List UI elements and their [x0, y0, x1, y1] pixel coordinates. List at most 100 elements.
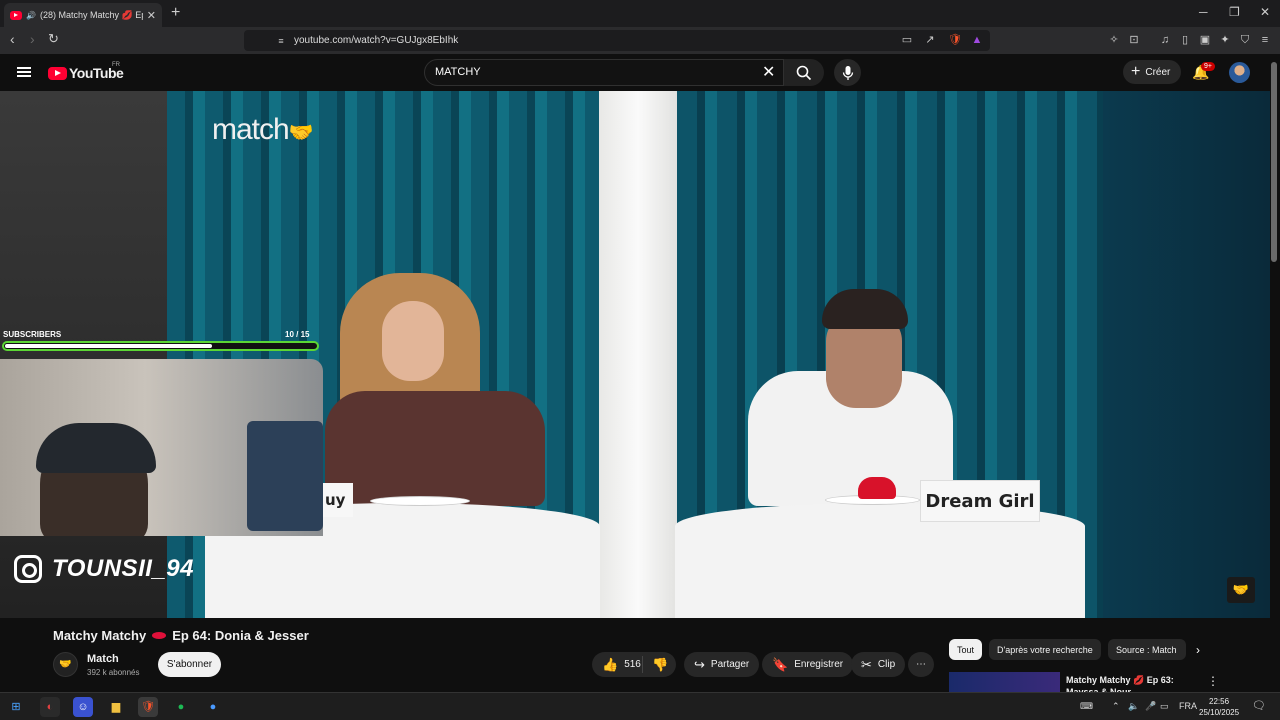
extensions-icon[interactable]: ✧ — [1107, 33, 1121, 47]
subscribe-button[interactable]: S'abonner — [158, 652, 221, 677]
clip-label: Clip — [877, 659, 896, 670]
taskbar: ⊞ ◐ ☺ ▆ 🛡 ● ● ⌨ ⌃ 🔈 🎤 ▭ FRA 22:56 25/10/… — [0, 692, 1280, 720]
save-label: Enregistrer — [794, 659, 844, 670]
chip-all[interactable]: Tout — [949, 639, 983, 660]
recommended-video-thumbnail[interactable] — [949, 672, 1060, 692]
video-title: Matchy Matchy Ep 64: Donia & Jesser — [53, 628, 309, 643]
taskbar-app-blue-icon[interactable]: ● — [203, 697, 223, 717]
windows-start-icon[interactable]: ⊞ — [6, 697, 26, 717]
sidebar-toggle-icon[interactable]: ▯ — [1178, 33, 1192, 47]
language-indicator[interactable]: FRA — [1179, 701, 1197, 711]
taskbar-app-icon[interactable]: ◐ — [40, 697, 60, 717]
tab-title: (28) Matchy Matchy 💋 Ep 64: Donia & Jess… — [39, 9, 143, 20]
thumbs-down-icon: 👎 — [652, 656, 669, 672]
address-bar[interactable]: ≡ youtube.com/watch?v=GUJgx8EbIhk — [244, 30, 990, 51]
more-actions-button[interactable]: ⋯ — [908, 652, 934, 677]
recommended-video-title[interactable]: Matchy Matchy 💋 Ep 63: Mayssa & Nour — [1066, 674, 1196, 692]
browser-tab[interactable]: 🔊 (28) Matchy Matchy 💋 Ep 64: Donia & Je… — [4, 3, 162, 27]
channel-name[interactable]: Match — [87, 653, 119, 665]
account-avatar[interactable] — [1229, 62, 1250, 83]
clear-search-icon[interactable]: ✕ — [762, 62, 775, 82]
taskbar-spotify-icon[interactable]: ● — [171, 697, 191, 717]
notification-center-icon[interactable]: 🗨 — [1252, 699, 1266, 712]
minimize-icon[interactable]: ─ — [1199, 5, 1208, 19]
lips-icon — [152, 632, 167, 639]
hamburger-menu-icon[interactable] — [17, 67, 31, 77]
reload-icon[interactable]: ↻ — [48, 31, 59, 47]
forward-icon[interactable]: › — [30, 31, 35, 47]
subscribers-goal-label: SUBSCRIBERS — [3, 330, 62, 339]
tray-expand-icon[interactable]: ⌃ — [1112, 701, 1120, 712]
search-button[interactable] — [784, 59, 824, 86]
new-tab-button[interactable]: + — [171, 4, 180, 22]
url-text: youtube.com/watch?v=GUJgx8EbIhk — [294, 35, 459, 46]
chip-related[interactable]: D'après votre recherche — [989, 639, 1101, 660]
brave-rewards-icon[interactable]: ▲ — [970, 33, 984, 47]
wallet-icon[interactable]: ▣ — [1198, 33, 1212, 47]
clip-button[interactable]: ✂ Clip — [851, 652, 906, 677]
plate-left — [370, 496, 470, 506]
like-count: 516 — [624, 659, 641, 670]
taskbar-file-explorer-icon[interactable]: ▆ — [106, 697, 126, 717]
speaker-icon[interactable]: 🔊 — [26, 11, 36, 20]
scissors-icon: ✂ — [861, 656, 872, 672]
plus-icon: + — [1131, 63, 1141, 80]
network-icon[interactable]: ▭ — [1160, 701, 1169, 712]
youtube-favicon-icon — [10, 10, 22, 20]
channel-watermark-icon[interactable]: 🤝 — [1227, 577, 1255, 603]
video-player[interactable]: match🤝 Dream Girl uy 🤝 SUBSCRIBERS 10 / … — [0, 91, 1270, 618]
share-page-icon[interactable]: ↗ — [923, 33, 937, 47]
instagram-icon — [14, 555, 42, 583]
chevron-right-icon[interactable]: › — [1196, 643, 1200, 657]
chip-source[interactable]: Source : Match — [1108, 639, 1186, 660]
youtube-logo[interactable]: YouTube FR — [48, 62, 124, 81]
name-card-right: Dream Girl — [920, 480, 1040, 522]
channel-avatar[interactable]: 🤝 — [53, 652, 78, 677]
page-scrollbar[interactable] — [1271, 62, 1277, 262]
create-label: Créer — [1145, 66, 1171, 78]
like-button[interactable]: 👍 516 — [592, 656, 643, 673]
leo-ai-icon[interactable]: ✦ — [1218, 33, 1232, 47]
youtube-header: YouTube FR MATCHY ✕ + Créer 🔔 9+ — [0, 54, 1280, 91]
tab-close-icon[interactable]: ✕ — [147, 9, 156, 22]
share-icon: ↪ — [694, 656, 705, 672]
set-divider — [599, 91, 677, 618]
like-dislike-group: 👍 516 👎 — [592, 652, 676, 677]
back-icon[interactable]: ‹ — [10, 31, 15, 47]
media-icon[interactable]: ♫ — [1158, 33, 1172, 47]
window-close-icon[interactable]: ✕ — [1260, 5, 1270, 19]
webcam-overlay — [0, 359, 323, 536]
create-button[interactable]: + Créer — [1123, 60, 1181, 84]
voice-search-button[interactable] — [834, 59, 861, 86]
channel-subscribers: 392 k abonnés — [87, 668, 140, 677]
keyboard-icon[interactable]: ⌨ — [1080, 701, 1093, 712]
instagram-overlay: TOUNSII_94 — [14, 555, 194, 583]
more-horizontal-icon: ⋯ — [916, 659, 926, 670]
search-input[interactable]: MATCHY — [424, 59, 784, 86]
notification-badge: 9+ — [1201, 62, 1215, 71]
screenshot-icon[interactable]: ⊡ — [1127, 33, 1141, 47]
menu-icon[interactable]: ≡ — [1258, 33, 1272, 47]
subscribers-goal-bar — [2, 341, 319, 351]
name-card-left: uy — [323, 483, 353, 517]
vpn-icon[interactable]: ⛉ — [1238, 33, 1252, 47]
brave-shields-icon[interactable]: 🛡 — [948, 33, 962, 47]
share-button[interactable]: ↪ Partager — [684, 652, 760, 677]
volume-icon[interactable]: 🔈 — [1128, 701, 1139, 712]
video-title-suffix: Ep 64: Donia & Jesser — [172, 628, 309, 643]
region-code: FR — [112, 62, 120, 68]
cast-icon[interactable]: ▭ — [900, 33, 914, 47]
clock-time: 22:56 — [1209, 697, 1230, 706]
save-button[interactable]: 🔖 Enregistrer — [762, 652, 854, 677]
search-icon — [796, 65, 812, 80]
dislike-button[interactable]: 👎 — [643, 657, 674, 673]
clock[interactable]: 22:56 25/10/2025 — [1199, 696, 1239, 718]
video-title-prefix: Matchy Matchy — [53, 628, 147, 643]
taskbar-discord-icon[interactable]: ☺ — [73, 697, 93, 717]
site-info-icon[interactable]: ≡ — [274, 34, 288, 48]
restore-icon[interactable]: ❐ — [1229, 5, 1240, 19]
microphone-tray-icon[interactable]: 🎤 — [1145, 701, 1156, 712]
more-vertical-icon[interactable]: ⋮ — [1207, 674, 1219, 688]
red-cake — [858, 477, 896, 499]
taskbar-brave-icon[interactable]: 🛡 — [138, 697, 158, 717]
